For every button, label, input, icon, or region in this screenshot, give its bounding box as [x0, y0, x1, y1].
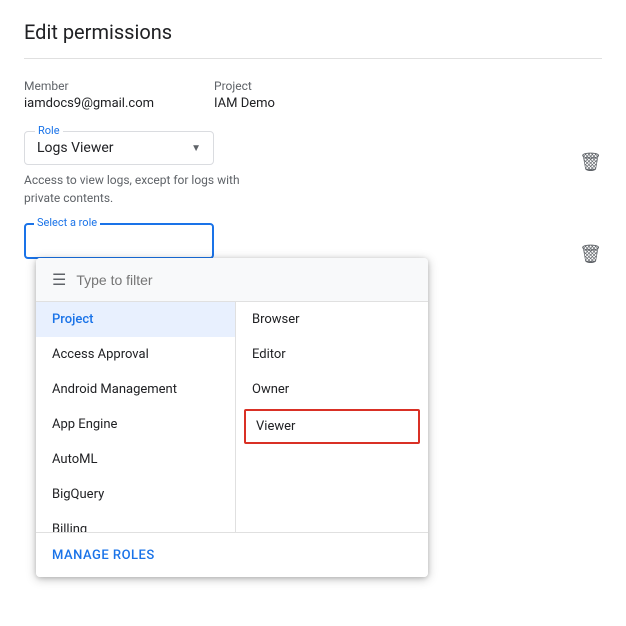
role-item-browser[interactable]: Browser [236, 302, 428, 337]
delete-role-2-button[interactable]: 🗑 [579, 244, 602, 265]
category-item-automl[interactable]: AutoML [36, 442, 235, 477]
categories-list: ProjectAccess ApprovalAndroid Management… [36, 302, 236, 532]
category-item-access-approval[interactable]: Access Approval [36, 337, 235, 372]
select-role-dropdown[interactable]: Select a role [24, 223, 214, 259]
manage-roles-footer: MANAGE ROLES [36, 532, 428, 577]
member-value: iamdocs9@gmail.com [24, 96, 154, 111]
select-role-section: Select a role [24, 223, 602, 259]
category-item-bigquery[interactable]: BigQuery [36, 477, 235, 512]
filter-icon: ☰ [52, 270, 66, 289]
delete-role-1-button[interactable]: 🗑 [579, 152, 602, 173]
category-item-billing[interactable]: Billing [36, 512, 235, 532]
roles-list: BrowserEditorOwnerViewer [236, 302, 428, 532]
role-item-viewer[interactable]: Viewer [244, 409, 420, 444]
role-section-1: Role Logs Viewer ▼ Access to view logs, … [24, 131, 602, 207]
filter-input[interactable] [76, 272, 412, 288]
role-description: Access to view logs, except for logs wit… [24, 171, 244, 207]
role-selected-value: Logs Viewer [37, 140, 183, 156]
project-label: Project [214, 79, 275, 93]
trash-icon-1: 🗑 [579, 152, 602, 173]
filter-row: ☰ [36, 258, 428, 302]
category-item-app-engine[interactable]: App Engine [36, 407, 235, 442]
project-col: Project IAM Demo [214, 79, 275, 111]
member-project-row: Member iamdocs9@gmail.com Project IAM De… [24, 79, 602, 111]
page-container: Edit permissions Member iamdocs9@gmail.c… [0, 0, 626, 626]
member-label: Member [24, 79, 154, 93]
chevron-down-icon: ▼ [191, 143, 201, 154]
trash-icon-2: 🗑 [579, 244, 602, 265]
main-content: Edit permissions Member iamdocs9@gmail.c… [0, 0, 626, 279]
dropdown-columns: ProjectAccess ApprovalAndroid Management… [36, 302, 428, 532]
select-role-label: Select a role [34, 216, 100, 229]
category-item-android-management[interactable]: Android Management [36, 372, 235, 407]
role-dropdown[interactable]: Role Logs Viewer ▼ [24, 131, 214, 165]
role-label: Role [35, 124, 63, 137]
category-item-project[interactable]: Project [36, 302, 235, 337]
role-item-owner[interactable]: Owner [236, 372, 428, 407]
project-value: IAM Demo [214, 96, 275, 111]
page-title: Edit permissions [24, 20, 602, 59]
role-item-editor[interactable]: Editor [236, 337, 428, 372]
role-dropdown-overlay: ☰ ProjectAccess ApprovalAndroid Manageme… [36, 258, 428, 577]
manage-roles-link[interactable]: MANAGE ROLES [52, 548, 155, 563]
member-col: Member iamdocs9@gmail.com [24, 79, 154, 111]
